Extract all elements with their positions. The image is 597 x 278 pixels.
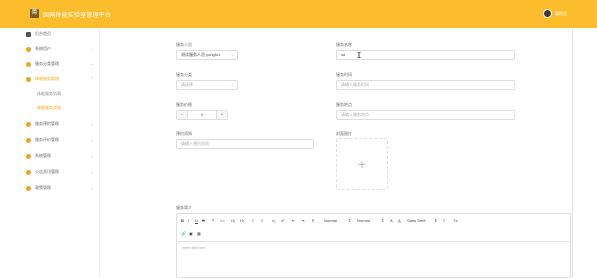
user-menu[interactable]: 管理员	[543, 9, 567, 18]
direction-button[interactable]: ¶	[312, 218, 314, 223]
table-icon[interactable]: ▦	[197, 231, 201, 236]
align-button[interactable]: ≡	[443, 218, 445, 223]
plus-icon: +	[357, 156, 367, 172]
chevron-down-icon: ⌄	[90, 153, 94, 158]
provider-select[interactable]: 测试服务人员 yongfu1 ⌄	[176, 50, 238, 60]
chevron-down-icon: ⌄	[90, 185, 94, 190]
chevron-down-icon: ⌄	[90, 61, 94, 66]
sidebar-subitem-service-add[interactable]: 体能服务添加	[37, 105, 61, 111]
italic-button[interactable]: I	[188, 218, 189, 223]
chevron-down-icon: ⌄	[90, 137, 94, 142]
chevron-down-icon: ⌄	[90, 169, 94, 174]
background-color-button[interactable]: A̲	[398, 218, 401, 223]
user-name[interactable]: 管理员	[555, 11, 567, 17]
editor-placeholder: Insert text here ...	[182, 246, 210, 250]
app-logo: 菁	[30, 9, 39, 18]
indent-button[interactable]: ⇥	[301, 218, 304, 223]
code-button[interactable]: <>	[220, 218, 225, 223]
chevron-down-icon: ⌄	[90, 121, 94, 126]
chevron-up-icon: ⌃	[90, 76, 94, 81]
reserve-icon	[26, 121, 31, 127]
editor-toolbar: B I U S ❝ <> H₁ H₂ ≡ ≡ x₂ x² ⇤ ⇥ ¶ Norma…	[177, 214, 570, 242]
outdent-button[interactable]: ⇤	[292, 218, 295, 223]
font-color-button[interactable]: A	[390, 218, 393, 223]
name-input[interactable]: sd	[336, 50, 515, 60]
image-icon[interactable]: ▣	[189, 231, 193, 236]
chevron-down-icon: ⌄	[90, 46, 94, 51]
subscript-button[interactable]: x₂	[272, 218, 276, 223]
app-title: 国网体能实验室管理平台	[43, 13, 112, 19]
location-label: 服务地点	[336, 102, 352, 107]
sidebar-item-system[interactable]: 系统管理 ⌄	[26, 151, 93, 161]
chevron-down-icon: ⌄	[230, 52, 234, 57]
sidebar-item-comment[interactable]: 服务评价管理 ⌄	[26, 135, 93, 145]
page-margin-line-right	[572, 28, 573, 278]
time-label: 服务时间	[336, 72, 352, 77]
chevron-updown-icon: ⇕	[434, 218, 438, 223]
ordered-list-button[interactable]: ≡	[252, 218, 254, 223]
price-increment-button[interactable]: +	[217, 111, 227, 119]
service-icon	[26, 76, 31, 82]
sidebar-item-category[interactable]: 服务分类管理 ⌄	[26, 59, 93, 69]
avatar[interactable]	[543, 9, 552, 18]
quote-button[interactable]: ❝	[212, 218, 214, 223]
policy-icon	[26, 185, 31, 191]
price-decrement-button[interactable]: −	[177, 111, 187, 119]
sidebar-item-home[interactable]: 后台首页	[26, 29, 51, 39]
time-input[interactable]: 请输入服务时间	[336, 80, 515, 90]
size-select[interactable]: Normal	[324, 218, 337, 223]
superscript-button[interactable]: x²	[281, 218, 284, 223]
sidebar-item-notice[interactable]: 公告资讯管理 ⌄	[26, 167, 93, 177]
link-icon[interactable]: 🔗	[181, 231, 186, 236]
settings-icon	[26, 153, 31, 159]
underline-button[interactable]: U	[195, 218, 198, 223]
font-family-select[interactable]: Sans Serif	[407, 218, 425, 223]
sidebar-subitem-service-list[interactable]: 体能服务列表	[37, 91, 61, 97]
chevron-updown-icon: ⇕	[348, 218, 352, 223]
chevron-updown-icon: ⇕	[381, 218, 385, 223]
user-icon	[26, 46, 31, 52]
image-label: 封面图片	[336, 131, 352, 136]
header-select[interactable]: Normal	[357, 218, 370, 223]
bullet-list-button[interactable]: ≡	[261, 218, 263, 223]
rich-text-editor[interactable]: B I U S ❝ <> H₁ H₂ ≡ ≡ x₂ x² ⇤ ⇥ ¶ Norma…	[176, 213, 571, 278]
notice-input[interactable]: 请输入预约须知	[176, 139, 314, 149]
top-bar: 菁 国网体能实验室管理平台 管理员	[0, 0, 597, 28]
notice-icon	[26, 169, 31, 175]
sidebar-item-reserve[interactable]: 服务预约管理 ⌄	[26, 119, 93, 129]
provider-label: 服务人员	[176, 42, 192, 47]
sidebar-item-users[interactable]: 系统用户 ⌄	[26, 44, 93, 54]
comment-icon	[26, 137, 31, 143]
image-upload[interactable]: +	[336, 138, 388, 190]
bold-button[interactable]: B	[181, 218, 184, 223]
price-label: 服务价格	[176, 102, 192, 107]
name-label: 服务名称	[336, 42, 352, 47]
strike-button[interactable]: S	[202, 218, 205, 223]
notice-label: 预约须知	[176, 131, 192, 136]
price-value[interactable]: 0	[187, 111, 217, 119]
chevron-down-icon: ⌄	[230, 82, 234, 87]
sidebar: 后台首页 系统用户 ⌄ 服务分类管理 ⌄ 体能服务管理 ⌃ 体能服务列表 体能服务添加…	[0, 28, 100, 278]
clear-format-button[interactable]: Tx	[453, 218, 457, 223]
category-label: 服务分类	[176, 72, 192, 77]
home-icon	[26, 31, 31, 37]
sidebar-item-policy[interactable]: 政策管理 ⌄	[26, 183, 93, 193]
price-stepper[interactable]: − 0 +	[176, 110, 228, 120]
detail-label: 服务简介	[176, 205, 192, 210]
category-select[interactable]: 请选择 ⌄	[176, 80, 238, 90]
text-cursor-icon	[357, 52, 361, 58]
category-icon	[26, 61, 31, 67]
h1-button[interactable]: H₁	[231, 218, 235, 223]
sidebar-item-service[interactable]: 体能服务管理 ⌃	[26, 74, 93, 84]
location-input[interactable]: 请输入服务地点	[336, 110, 515, 120]
h2-button[interactable]: H₂	[240, 218, 244, 223]
